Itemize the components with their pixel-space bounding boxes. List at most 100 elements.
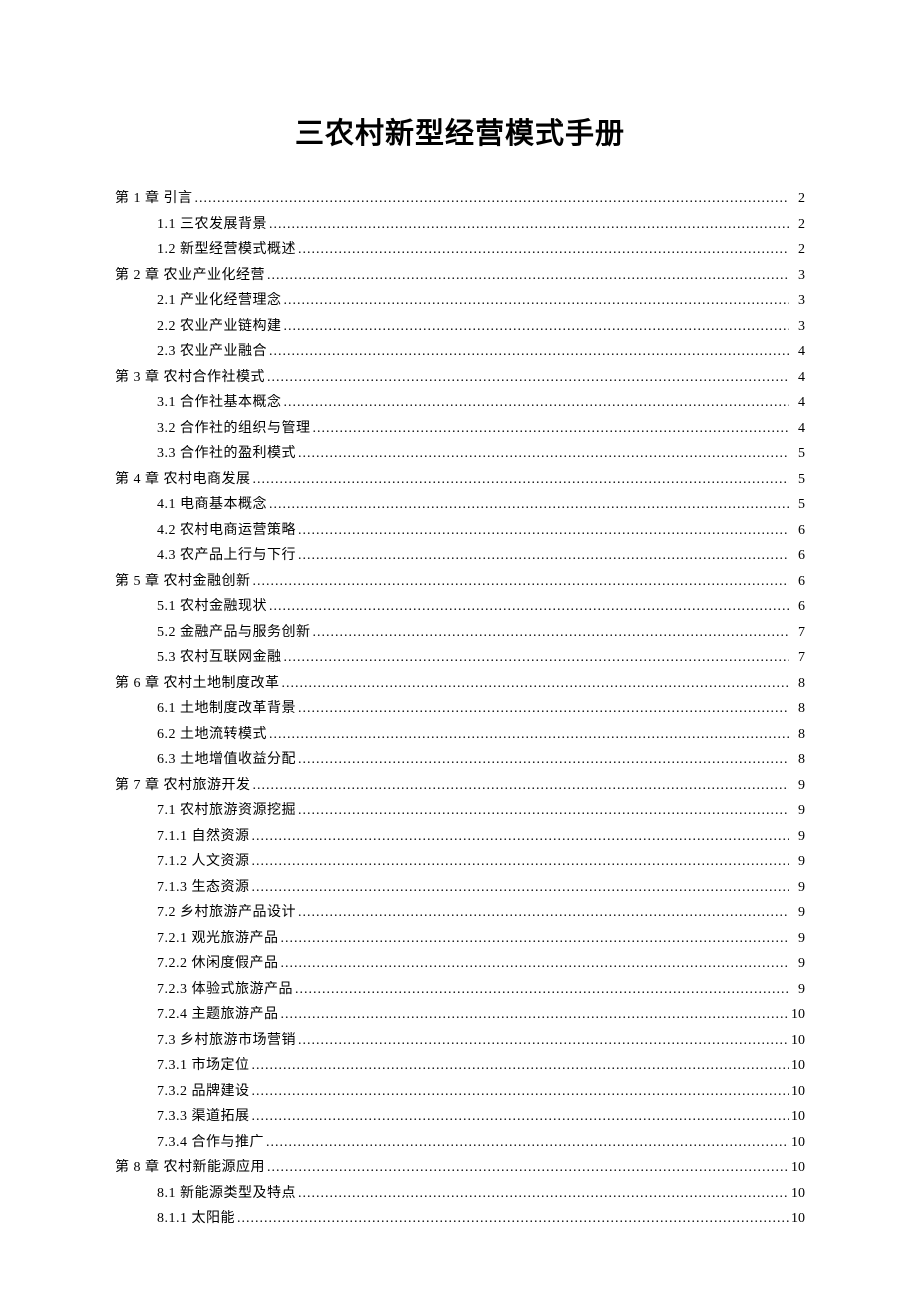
toc-entry[interactable]: 4.3 农产品上行与下行6 [115, 547, 805, 563]
toc-entry[interactable]: 4.2 农村电商运营策略6 [115, 522, 805, 538]
toc-entry-page: 4 [791, 345, 805, 359]
toc-entry[interactable]: 2.1 产业化经营理念 3 [115, 292, 805, 308]
toc-entry-label: 7.1.2 人文资源 [157, 855, 250, 869]
toc-entry-page: 4 [791, 396, 805, 410]
toc-entry-label: 第 2 章 农业产业化经营 [115, 269, 265, 283]
toc-entry-page: 5 [791, 473, 805, 487]
toc-entry[interactable]: 7.3.1 市场定位 10 [115, 1057, 805, 1073]
toc-entry[interactable]: 7.3 乡村旅游市场营销10 [115, 1032, 805, 1048]
toc-leader-dots [281, 955, 790, 967]
toc-entry[interactable]: 3.2 合作社的组织与管理4 [115, 420, 805, 436]
toc-entry-label: 4.2 农村电商运营策略 [157, 524, 296, 538]
toc-entry-page: 3 [791, 294, 805, 308]
toc-entry-page: 10 [791, 1085, 805, 1099]
toc-entry-label: 1.1 三农发展背景 [157, 218, 267, 232]
toc-entry[interactable]: 2.2 农业产业链构建 3 [115, 318, 805, 334]
toc-entry-label: 2.1 产业化经营理念 [157, 294, 282, 308]
toc-entry[interactable]: 7.2 乡村旅游产品设计 9 [115, 904, 805, 920]
toc-entry[interactable]: 7.1.2 人文资源9 [115, 853, 805, 869]
toc-entry-label: 7.2.4 主题旅游产品 [157, 1008, 279, 1022]
toc-entry[interactable]: 2.3 农业产业融合 4 [115, 343, 805, 359]
toc-entry-page: 10 [791, 1187, 805, 1201]
toc-entry-page: 9 [791, 906, 805, 920]
toc-entry-label: 6.2 土地流转模式 [157, 728, 267, 742]
toc-entry-page: 9 [791, 957, 805, 971]
toc-entry[interactable]: 第 3 章 农村合作社模式4 [115, 369, 805, 385]
toc-leader-dots [269, 598, 789, 610]
toc-leader-dots [284, 292, 790, 304]
toc-entry[interactable]: 7.2.4 主题旅游产品 10 [115, 1006, 805, 1022]
toc-entry[interactable]: 7.2.3 体验式旅游产品9 [115, 981, 805, 997]
toc-entry-page: 8 [791, 702, 805, 716]
toc-entry[interactable]: 3.3 合作社的盈利模式5 [115, 445, 805, 461]
toc-leader-dots [298, 1185, 789, 1197]
toc-entry[interactable]: 第 4 章 农村电商发展 5 [115, 471, 805, 487]
toc-entry-label: 2.3 农业产业融合 [157, 345, 267, 359]
toc-entry-page: 9 [791, 804, 805, 818]
toc-leader-dots [298, 802, 789, 814]
toc-entry[interactable]: 6.1 土地制度改革背景 8 [115, 700, 805, 716]
toc-entry-page: 7 [791, 651, 805, 665]
toc-entry-label: 3.1 合作社基本概念 [157, 396, 282, 410]
toc-entry-label: 第 4 章 农村电商发展 [115, 473, 251, 487]
toc-entry-label: 6.1 土地制度改革背景 [157, 702, 296, 716]
toc-entry[interactable]: 7.1.3 生态资源9 [115, 879, 805, 895]
toc-entry-page: 3 [791, 269, 805, 283]
toc-entry[interactable]: 6.2 土地流转模式8 [115, 726, 805, 742]
toc-leader-dots [253, 471, 790, 483]
toc-leader-dots [267, 267, 789, 279]
toc-entry-label: 2.2 农业产业链构建 [157, 320, 282, 334]
toc-entry[interactable]: 8.1.1 太阳能 10 [115, 1210, 805, 1226]
toc-entry[interactable]: 7.3.4 合作与推广10 [115, 1134, 805, 1150]
toc-leader-dots [284, 318, 790, 330]
toc-entry[interactable]: 5.2 金融产品与服务创新7 [115, 624, 805, 640]
toc-entry[interactable]: 7.2.1 观光旅游产品9 [115, 930, 805, 946]
toc-entry-page: 3 [791, 320, 805, 334]
toc-entry[interactable]: 1.2 新型经营模式概述2 [115, 241, 805, 257]
toc-entry[interactable]: 7.3.3 渠道拓展 10 [115, 1108, 805, 1124]
toc-leader-dots [313, 624, 790, 636]
toc-entry-page: 5 [791, 447, 805, 461]
toc-entry[interactable]: 5.3 农村互联网金融 7 [115, 649, 805, 665]
toc-entry[interactable]: 6.3 土地增值收益分配8 [115, 751, 805, 767]
toc-entry-label: 7.2.3 体验式旅游产品 [157, 983, 293, 997]
toc-leader-dots [284, 394, 790, 406]
toc-entry[interactable]: 7.2.2 休闲度假产品9 [115, 955, 805, 971]
toc-entry-page: 10 [791, 1008, 805, 1022]
toc-entry-label: 第 1 章 引言 [115, 192, 193, 206]
toc-entry[interactable]: 第 1 章 引言 2 [115, 190, 805, 206]
toc-leader-dots [253, 573, 790, 585]
toc-entry-label: 7.1 农村旅游资源挖掘 [157, 804, 296, 818]
toc-leader-dots [252, 1057, 790, 1069]
toc-leader-dots [284, 649, 790, 661]
toc-entry[interactable]: 第 8 章 农村新能源应用10 [115, 1159, 805, 1175]
toc-leader-dots [295, 981, 789, 993]
toc-entry-label: 8.1.1 太阳能 [157, 1212, 235, 1226]
toc-entry[interactable]: 第 2 章 农业产业化经营 3 [115, 267, 805, 283]
toc-entry-label: 7.2 乡村旅游产品设计 [157, 906, 296, 920]
toc-entry-page: 8 [791, 677, 805, 691]
toc-leader-dots [298, 1032, 789, 1044]
toc-leader-dots [252, 828, 790, 840]
toc-leader-dots [298, 700, 789, 712]
toc-entry-label: 5.3 农村互联网金融 [157, 651, 282, 665]
toc-entry[interactable]: 8.1 新能源类型及特点10 [115, 1185, 805, 1201]
toc-entry-page: 10 [791, 1212, 805, 1226]
toc-entry[interactable]: 5.1 农村金融现状6 [115, 598, 805, 614]
toc-entry[interactable]: 7.1.1 自然资源9 [115, 828, 805, 844]
toc-leader-dots [298, 241, 789, 253]
toc-entry[interactable]: 4.1 电商基本概念5 [115, 496, 805, 512]
toc-entry-label: 第 3 章 农村合作社模式 [115, 371, 265, 385]
toc-entry[interactable]: 1.1 三农发展背景2 [115, 216, 805, 232]
toc-entry[interactable]: 7.3.2 品牌建设 10 [115, 1083, 805, 1099]
toc-leader-dots [298, 445, 789, 457]
toc-entry[interactable]: 第 6 章 农村土地制度改革8 [115, 675, 805, 691]
toc-entry-page: 9 [791, 932, 805, 946]
toc-entry[interactable]: 第 7 章 农村旅游开发9 [115, 777, 805, 793]
toc-entry-page: 9 [791, 779, 805, 793]
toc-leader-dots [281, 1006, 790, 1018]
toc-entry[interactable]: 7.1 农村旅游资源挖掘 9 [115, 802, 805, 818]
document-title: 三农村新型经营模式手册 [115, 110, 805, 152]
toc-entry[interactable]: 3.1 合作社基本概念 4 [115, 394, 805, 410]
toc-entry[interactable]: 第 5 章 农村金融创新6 [115, 573, 805, 589]
